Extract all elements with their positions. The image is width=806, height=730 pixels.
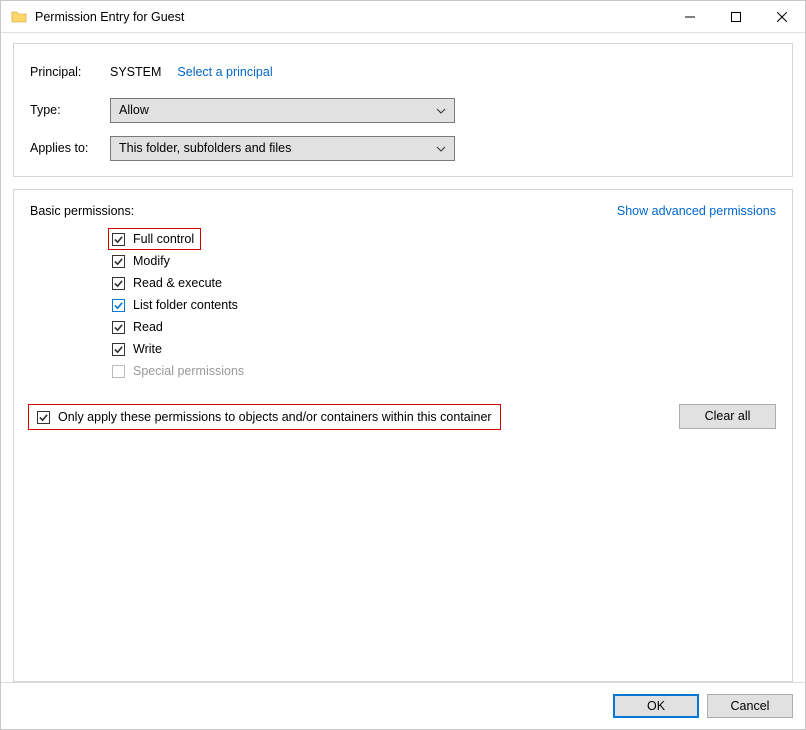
permission-label: List folder contents xyxy=(133,298,238,312)
type-select[interactable]: Allow xyxy=(110,98,455,123)
principal-panel: Principal: SYSTEM Select a principal Typ… xyxy=(13,43,793,177)
permission-item: Modify xyxy=(112,254,170,268)
permission-checkbox[interactable] xyxy=(112,321,125,334)
permission-checkbox[interactable] xyxy=(112,255,125,268)
folder-icon xyxy=(11,9,27,25)
dialog-footer: OK Cancel xyxy=(1,682,805,729)
permission-label: Modify xyxy=(133,254,170,268)
type-label: Type: xyxy=(30,103,110,117)
permission-item: Write xyxy=(112,342,162,356)
permission-label: Special permissions xyxy=(133,364,244,378)
only-apply-highlight: Only apply these permissions to objects … xyxy=(28,404,501,430)
permission-checkbox xyxy=(112,365,125,378)
applies-select-value: This folder, subfolders and files xyxy=(119,141,291,155)
chevron-down-icon xyxy=(436,143,446,153)
permissions-list: Full control Modify Read & execute List fol… xyxy=(112,232,776,378)
titlebar: Permission Entry for Guest xyxy=(1,1,805,33)
maximize-button[interactable] xyxy=(713,2,759,32)
permission-label: Read & execute xyxy=(133,276,222,290)
chevron-down-icon xyxy=(436,105,446,115)
show-advanced-link[interactable]: Show advanced permissions xyxy=(617,204,776,218)
permission-item: Read & execute xyxy=(112,276,222,290)
basic-permissions-title: Basic permissions: xyxy=(30,204,134,218)
permission-label: Write xyxy=(133,342,162,356)
permission-item: Read xyxy=(112,320,163,334)
cancel-button[interactable]: Cancel xyxy=(707,694,793,718)
type-select-value: Allow xyxy=(119,103,149,117)
only-apply-label: Only apply these permissions to objects … xyxy=(58,410,492,424)
principal-label: Principal: xyxy=(30,65,110,79)
permission-item: Special permissions xyxy=(112,364,244,378)
close-button[interactable] xyxy=(759,2,805,32)
window-title: Permission Entry for Guest xyxy=(35,10,667,24)
permission-item: List folder contents xyxy=(112,298,238,312)
permission-checkbox[interactable] xyxy=(112,299,125,312)
select-principal-link[interactable]: Select a principal xyxy=(177,65,272,79)
permission-label: Read xyxy=(133,320,163,334)
permission-label: Full control xyxy=(133,232,194,246)
permission-item: Full control xyxy=(108,228,201,250)
permission-checkbox[interactable] xyxy=(112,343,125,356)
permissions-panel: Basic permissions: Show advanced permiss… xyxy=(13,189,793,682)
clear-all-button[interactable]: Clear all xyxy=(679,404,776,429)
only-apply-checkbox[interactable] xyxy=(37,411,50,424)
principal-value: SYSTEM xyxy=(110,65,161,79)
permission-checkbox[interactable] xyxy=(112,233,125,246)
ok-button[interactable]: OK xyxy=(613,694,699,718)
permission-checkbox[interactable] xyxy=(112,277,125,290)
minimize-button[interactable] xyxy=(667,2,713,32)
applies-select[interactable]: This folder, subfolders and files xyxy=(110,136,455,161)
applies-label: Applies to: xyxy=(30,141,110,155)
